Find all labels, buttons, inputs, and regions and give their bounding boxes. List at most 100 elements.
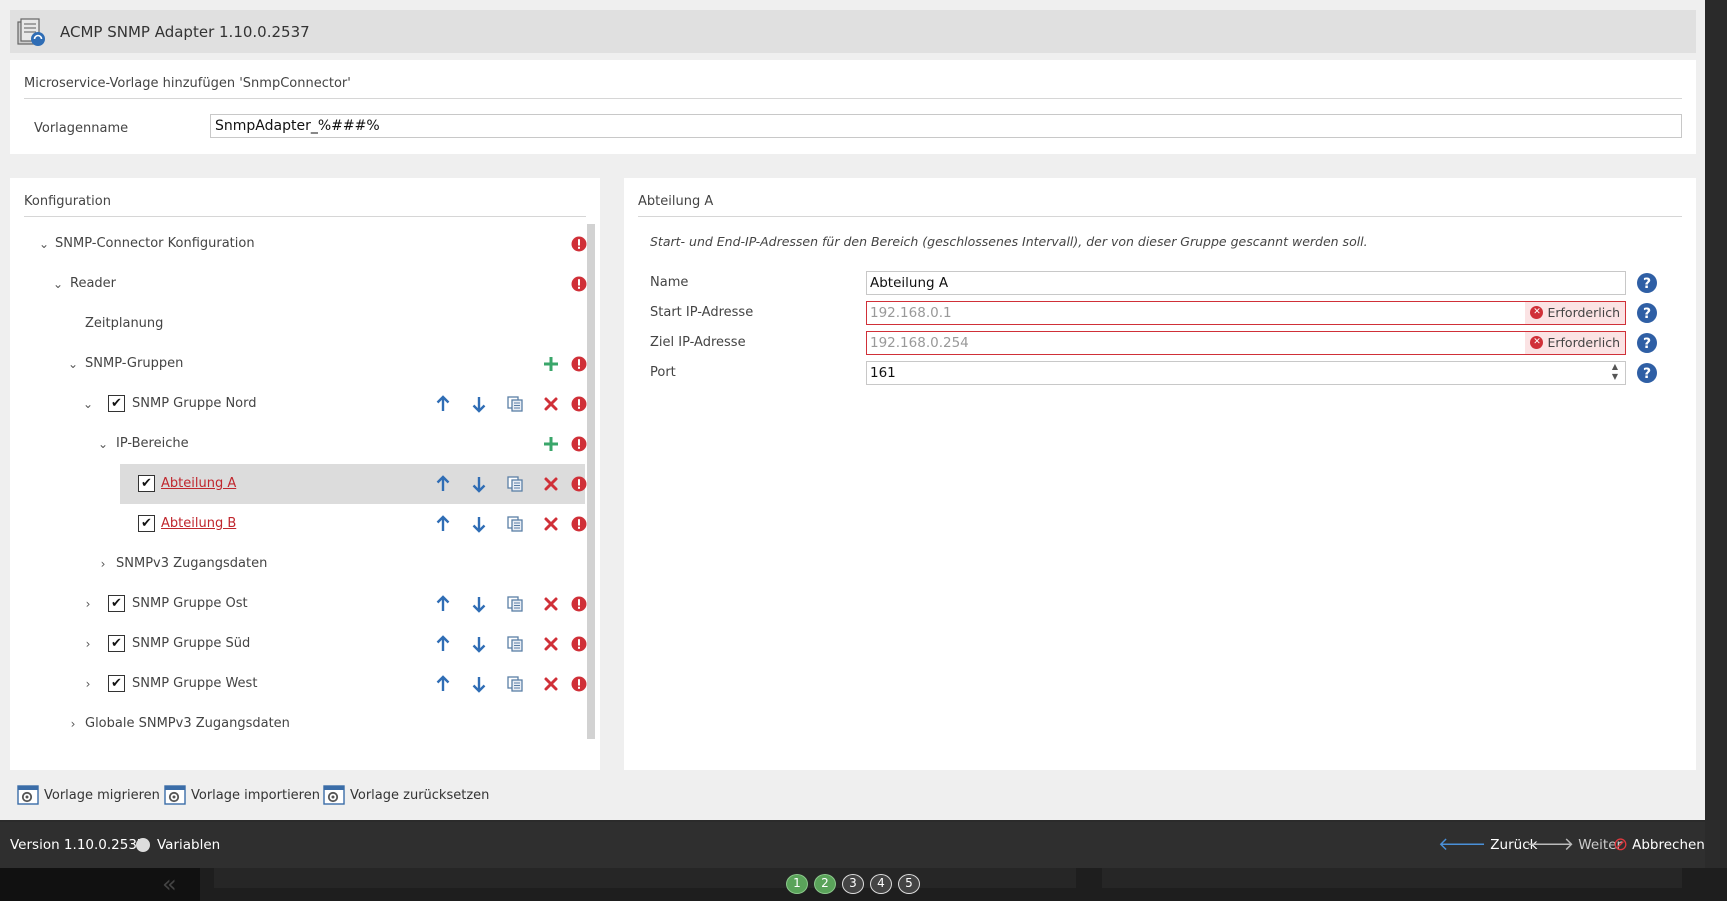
reset-icon	[322, 783, 346, 807]
migrate-template-button[interactable]: Vorlage migrieren	[16, 782, 160, 808]
help-icon[interactable]	[1636, 302, 1658, 324]
help-icon[interactable]	[1636, 332, 1658, 354]
tree-item-group-nord[interactable]: ⌄ ✔ SNMP Gruppe Nord	[10, 384, 585, 424]
tree-item-snmpv3-credentials[interactable]: › SNMPv3 Zugangsdaten	[10, 544, 585, 584]
copy-icon[interactable]	[505, 514, 525, 534]
move-down-icon[interactable]	[469, 634, 489, 654]
chevron-right-icon[interactable]: ›	[81, 664, 95, 704]
tree-item-group-west[interactable]: › ✔ SNMP Gruppe West	[10, 664, 585, 704]
tree-item-label[interactable]: Abteilung A	[161, 464, 236, 504]
variables-radio[interactable]	[136, 838, 150, 852]
tree-item-global-snmpv3[interactable]: › Globale SNMPv3 Zugangsdaten	[10, 704, 585, 744]
add-icon[interactable]	[541, 434, 561, 454]
required-text: Erforderlich	[1547, 305, 1620, 320]
arrow-right-icon: 🡒	[1526, 834, 1575, 855]
checkbox[interactable]: ✔	[138, 475, 155, 492]
cancel-label: Abbrechen	[1632, 837, 1705, 853]
target-ip-placeholder: 192.168.0.254	[870, 335, 969, 351]
start-ip-label: Start IP-Adresse	[650, 305, 754, 320]
start-ip-input[interactable]: 192.168.0.1 ✕ Erforderlich	[866, 301, 1626, 325]
cancel-button[interactable]: ⊘ Abbrechen	[1613, 822, 1705, 868]
cancel-icon: ⊘	[1613, 834, 1629, 855]
tree-item-group-ost[interactable]: › ✔ SNMP Gruppe Ost	[10, 584, 585, 624]
chevron-right-icon[interactable]: ›	[96, 544, 110, 584]
error-icon	[569, 674, 589, 694]
move-up-icon[interactable]	[433, 634, 453, 654]
tree-item-reader[interactable]: ⌄ Reader	[10, 264, 585, 304]
name-input[interactable]: Abteilung A	[866, 271, 1626, 295]
back-button[interactable]: 🡐 Zurück	[1438, 822, 1537, 868]
error-x-icon: ✕	[1530, 306, 1544, 319]
help-icon[interactable]	[1636, 272, 1658, 294]
reset-template-button[interactable]: Vorlage zurücksetzen	[322, 782, 489, 808]
form-row-name: Name Abteilung A	[624, 270, 1696, 296]
target-ip-label: Ziel IP-Adresse	[650, 335, 746, 350]
chevron-right-icon[interactable]: ›	[66, 704, 80, 744]
target-ip-input[interactable]: 192.168.0.254 ✕ Erforderlich	[866, 331, 1626, 355]
app-window: ACMP SNMP Adapter 1.10.0.2537 Microservi…	[0, 0, 1705, 820]
chevron-down-icon[interactable]: ⌄	[37, 224, 51, 264]
move-up-icon[interactable]	[433, 594, 453, 614]
checkbox[interactable]: ✔	[138, 515, 155, 532]
move-down-icon[interactable]	[469, 674, 489, 694]
copy-icon[interactable]	[505, 594, 525, 614]
checkbox[interactable]: ✔	[108, 395, 125, 412]
tree-scrollbar[interactable]	[587, 224, 595, 739]
variables-label[interactable]: Variablen	[157, 822, 220, 868]
delete-icon[interactable]	[541, 674, 561, 694]
move-down-icon[interactable]	[469, 594, 489, 614]
checkbox[interactable]: ✔	[108, 595, 125, 612]
tree-item-abteilung-a[interactable]: ✔ Abteilung A	[10, 464, 585, 504]
tree-item-group-sued[interactable]: › ✔ SNMP Gruppe Süd	[10, 624, 585, 664]
delete-icon[interactable]	[541, 594, 561, 614]
delete-icon[interactable]	[541, 514, 561, 534]
chevron-right-icon[interactable]: ›	[81, 584, 95, 624]
copy-icon[interactable]	[505, 674, 525, 694]
copy-icon[interactable]	[505, 394, 525, 414]
delete-icon[interactable]	[541, 634, 561, 654]
tree-item-snmp-connector-config[interactable]: ⌄ SNMP-Connector Konfiguration	[10, 224, 585, 264]
import-template-button[interactable]: Vorlage importieren	[163, 782, 320, 808]
copy-icon[interactable]	[505, 474, 525, 494]
tree-item-abteilung-b[interactable]: ✔ Abteilung B	[10, 504, 585, 544]
move-down-icon[interactable]	[469, 514, 489, 534]
tree-item-label: Zeitplanung	[85, 316, 164, 331]
error-icon	[569, 354, 589, 374]
chevron-down-icon[interactable]: ⌄	[81, 384, 95, 424]
tree-item-label[interactable]: Abteilung B	[161, 504, 236, 544]
move-up-icon[interactable]	[433, 674, 453, 694]
background-panel	[1102, 868, 1682, 888]
template-name-input[interactable]	[210, 114, 1682, 138]
spinner-icon[interactable]: ▲ ▼	[1609, 362, 1621, 384]
move-up-icon[interactable]	[433, 394, 453, 414]
tree-item-label: SNMP Gruppe Süd	[132, 636, 251, 651]
template-panel: Microservice-Vorlage hinzufügen 'SnmpCon…	[10, 60, 1696, 154]
add-icon[interactable]	[541, 354, 561, 374]
tree-item-snmp-groups[interactable]: ⌄ SNMP-Gruppen	[10, 344, 585, 384]
port-input[interactable]: 161 ▲ ▼	[866, 361, 1626, 385]
checkbox[interactable]: ✔	[108, 635, 125, 652]
delete-icon[interactable]	[541, 474, 561, 494]
error-icon	[569, 634, 589, 654]
chevron-down-icon[interactable]: ⌄	[96, 424, 110, 464]
move-up-icon[interactable]	[433, 474, 453, 494]
template-heading: Microservice-Vorlage hinzufügen 'SnmpCon…	[24, 76, 351, 91]
tree-item-ip-ranges[interactable]: ⌄ IP-Bereiche	[10, 424, 585, 464]
move-down-icon[interactable]	[469, 394, 489, 414]
move-down-icon[interactable]	[469, 474, 489, 494]
tree-item-label: Reader	[70, 276, 117, 291]
error-icon	[569, 434, 589, 454]
checkbox[interactable]: ✔	[108, 675, 125, 692]
chevron-down-icon[interactable]: ⌄	[66, 344, 80, 384]
chevron-right-icon[interactable]: ›	[81, 624, 95, 664]
next-button[interactable]: 🡒 Weiter	[1526, 822, 1622, 868]
delete-icon[interactable]	[541, 394, 561, 414]
copy-icon[interactable]	[505, 634, 525, 654]
help-icon[interactable]	[1636, 362, 1658, 384]
chevron-down-icon[interactable]: ⌄	[51, 264, 65, 304]
move-up-icon[interactable]	[433, 514, 453, 534]
step-5: 5	[898, 874, 920, 894]
tree-item-label: SNMP Gruppe West	[132, 676, 258, 691]
tree-item-zeitplanung[interactable]: Zeitplanung	[10, 304, 585, 344]
error-icon	[569, 514, 589, 534]
